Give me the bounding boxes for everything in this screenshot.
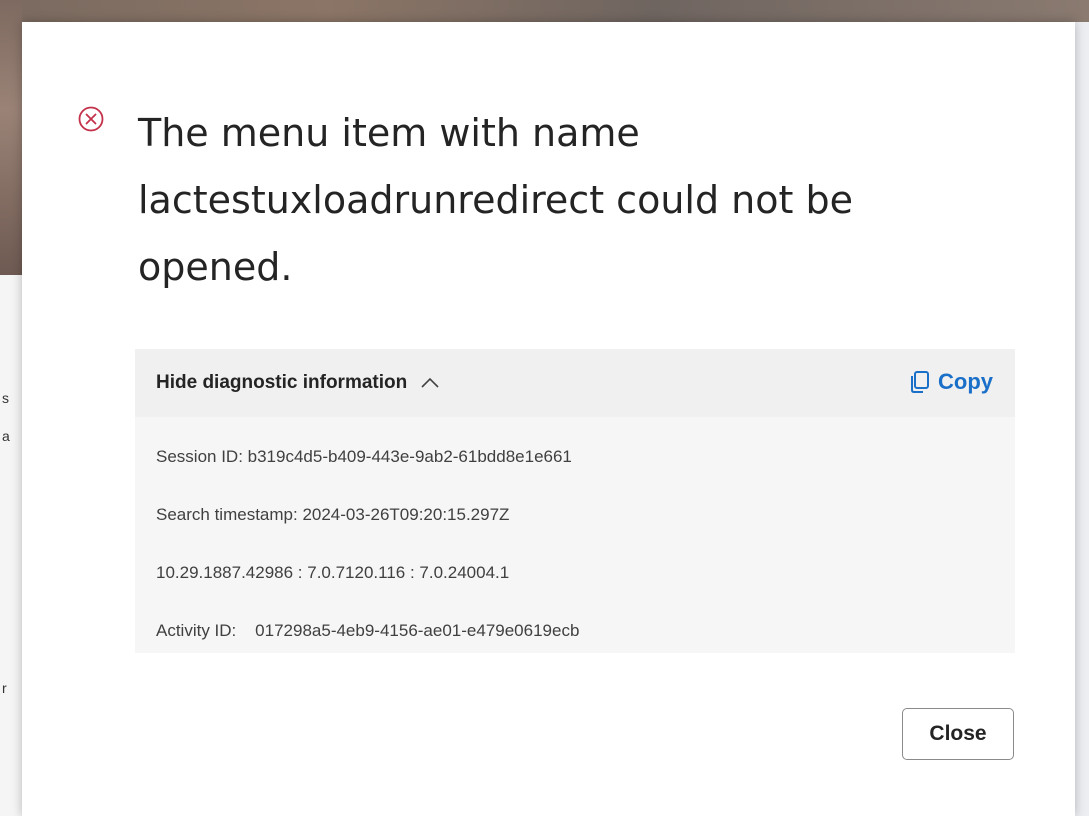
- dialog-title: The menu item with name lactestuxloadrun…: [138, 111, 853, 289]
- background-right-panel: [1075, 22, 1089, 816]
- background-text-fragment: r: [2, 680, 7, 696]
- error-circle-x-icon: [78, 106, 104, 132]
- copy-label: Copy: [938, 369, 993, 394]
- hide-diagnostics-label: Hide diagnostic information: [156, 372, 408, 393]
- background-text-fragment: a: [2, 428, 10, 444]
- activity-id-text: Activity ID: 017298a5-4eb9-4156-ae01-e47…: [156, 621, 580, 640]
- error-dialog: The menu item with name lactestuxloadrun…: [22, 22, 1075, 816]
- copy-icon: [911, 371, 929, 393]
- background-photo-top: [0, 0, 1089, 22]
- session-id-text: Session ID: b319c4d5-b409-443e-9ab2-61bd…: [156, 447, 572, 466]
- background-photo-left: [0, 0, 22, 275]
- chevron-up-icon: [421, 377, 439, 388]
- copy-button[interactable]: Copy: [908, 367, 993, 397]
- diagnostic-header: Hide diagnostic information Copy: [135, 349, 1015, 417]
- hide-diagnostics-toggle[interactable]: Hide diagnostic information: [156, 370, 439, 396]
- diagnostic-panel: Hide diagnostic information Copy Session…: [135, 349, 1015, 653]
- close-button[interactable]: Close: [902, 708, 1014, 760]
- version-text: 10.29.1887.42986 : 7.0.7120.116 : 7.0.24…: [156, 563, 510, 582]
- background-text-fragment: s: [2, 390, 9, 406]
- search-timestamp-text: Search timestamp: 2024-03-26T09:20:15.29…: [156, 505, 510, 524]
